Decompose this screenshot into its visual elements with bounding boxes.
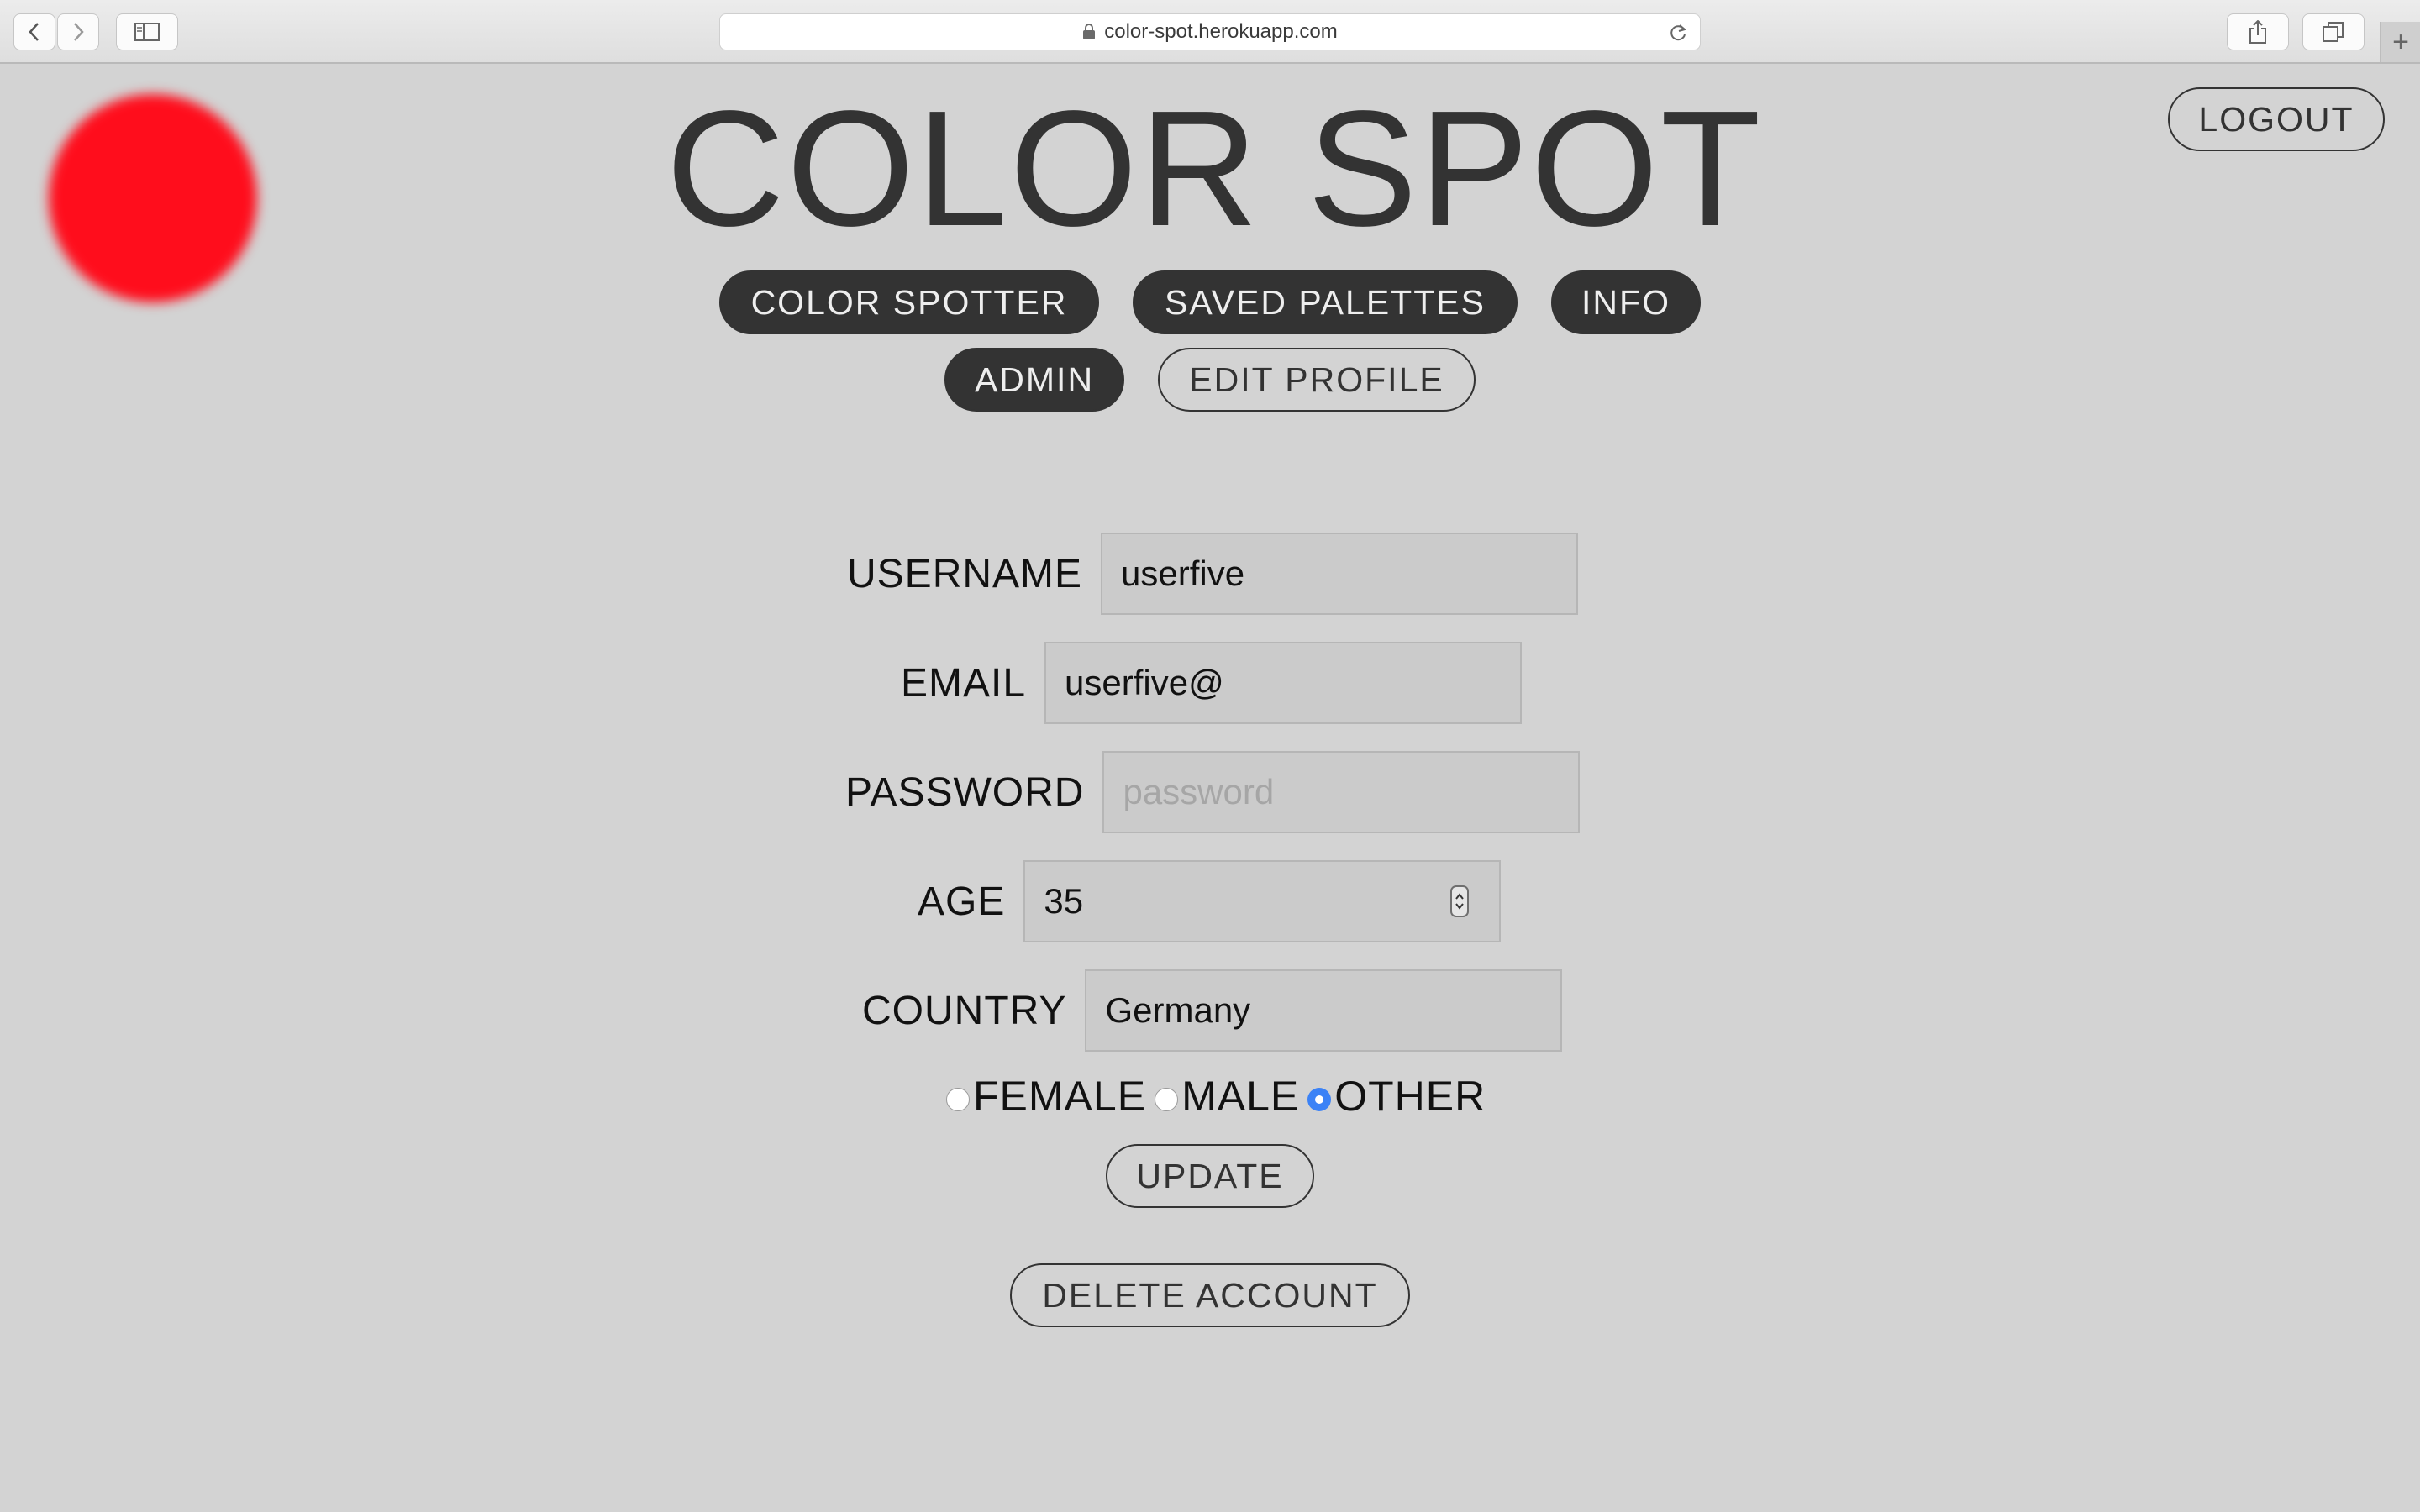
gender-male-radio[interactable] <box>1155 1088 1179 1111</box>
page-title: COLOR SPOT <box>666 76 1763 260</box>
lock-icon <box>1083 24 1096 39</box>
age-label: AGE <box>918 879 1006 924</box>
email-row: EMAIL <box>901 642 1523 724</box>
delete-account-button[interactable]: DELETE ACCOUNT <box>1010 1263 1410 1327</box>
username-label: USERNAME <box>847 551 1083 596</box>
password-label: PASSWORD <box>845 769 1085 815</box>
sidebar-button[interactable] <box>116 13 178 50</box>
gender-radio-group: FEMALE MALE OTHER <box>946 1068 1494 1124</box>
share-button[interactable] <box>2227 13 2289 50</box>
browser-toolbar: color-spot.herokuapp.com + <box>0 0 2420 64</box>
password-row: PASSWORD <box>845 751 1581 833</box>
username-input[interactable] <box>1101 533 1579 615</box>
update-button[interactable]: UPDATE <box>1106 1144 1314 1208</box>
gender-other-radio[interactable] <box>1307 1088 1332 1111</box>
forward-button[interactable] <box>57 13 99 50</box>
username-row: USERNAME <box>847 533 1579 615</box>
chevron-right-icon <box>74 23 84 41</box>
url-text: color-spot.herokuapp.com <box>1104 20 1338 43</box>
country-input[interactable] <box>1085 969 1563 1052</box>
tabs-button[interactable] <box>2302 13 2365 50</box>
chevron-left-icon <box>29 23 39 41</box>
gender-other-label: OTHER <box>1334 1073 1486 1120</box>
stepper-arrows-icon <box>1455 893 1465 910</box>
nav-info[interactable]: INFO <box>1551 270 1701 334</box>
back-button[interactable] <box>13 13 55 50</box>
age-input[interactable] <box>1023 860 1502 942</box>
nav-saved-palettes[interactable]: SAVED PALETTES <box>1133 270 1518 334</box>
country-row: COUNTRY <box>862 969 1563 1052</box>
password-input[interactable] <box>1102 751 1581 833</box>
nav-admin[interactable]: ADMIN <box>944 348 1124 412</box>
country-label: COUNTRY <box>862 988 1067 1033</box>
gender-female-radio[interactable] <box>946 1088 970 1111</box>
gender-female-label: FEMALE <box>973 1073 1147 1120</box>
new-tab-button[interactable]: + <box>2380 22 2420 62</box>
reload-icon[interactable] <box>1668 22 1688 44</box>
age-stepper[interactable] <box>1450 885 1470 917</box>
nav-color-spotter[interactable]: COLOR SPOTTER <box>719 270 1099 334</box>
share-icon <box>2249 20 2266 44</box>
plus-icon: + <box>2392 25 2409 58</box>
gender-male-label: MALE <box>1181 1073 1300 1120</box>
logout-button[interactable]: LOGOUT <box>2168 87 2385 151</box>
address-bar[interactable]: color-spot.herokuapp.com <box>719 13 1701 50</box>
tabs-icon <box>2323 22 2344 42</box>
email-input[interactable] <box>1044 642 1523 724</box>
sidebar-icon <box>134 23 160 41</box>
email-label: EMAIL <box>901 660 1027 706</box>
nav-edit-profile[interactable]: EDIT PROFILE <box>1158 348 1476 412</box>
age-row: AGE <box>918 860 1502 942</box>
